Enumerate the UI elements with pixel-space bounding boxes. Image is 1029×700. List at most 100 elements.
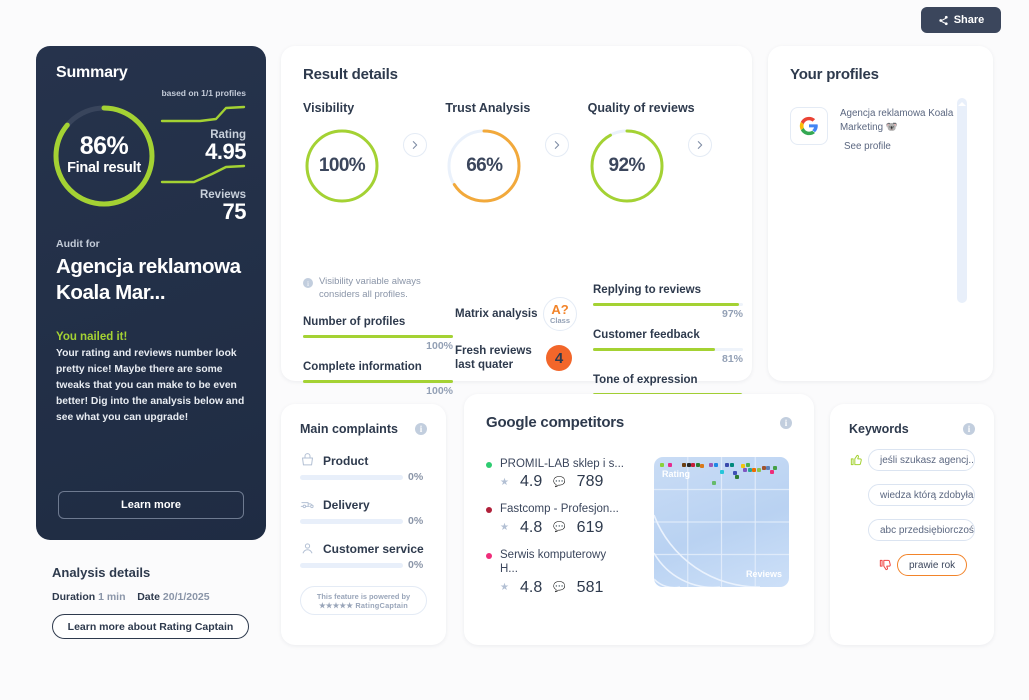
complaint-percent: 0% bbox=[408, 471, 424, 483]
profiles-scrollbar[interactable] bbox=[957, 98, 967, 303]
rating-sparkline-icon bbox=[160, 105, 246, 123]
learn-more-button[interactable]: Learn more bbox=[58, 491, 244, 519]
keyword-row: abc przedsiębiorczości bbox=[849, 519, 975, 541]
keyword-row: wiedza którą zdobyłam bbox=[849, 484, 975, 506]
competitor-reviews: 619 bbox=[576, 518, 604, 536]
comment-icon: 💬 bbox=[553, 582, 566, 593]
competitor-reviews: 789 bbox=[576, 473, 604, 491]
keyword-chip[interactable]: jeśli szukasz agencj... bbox=[868, 449, 975, 471]
your-profiles-title: Your profiles bbox=[790, 66, 879, 83]
info-icon[interactable]: i bbox=[780, 416, 792, 429]
metrics-left-column: i Visibility variable always considers a… bbox=[303, 276, 455, 397]
competitor-reviews: 581 bbox=[576, 578, 604, 596]
gauge-title: Visibility bbox=[303, 101, 355, 115]
share-button[interactable]: Share bbox=[921, 7, 1001, 33]
star-icon: ★ bbox=[500, 522, 509, 534]
scatter-point bbox=[757, 467, 761, 472]
metric-bar: 97% bbox=[593, 303, 743, 320]
scatter-point bbox=[719, 469, 724, 474]
metric-customer-feedback: Customer feedback 81% bbox=[593, 329, 743, 365]
keyword-row: jeśli szukasz agencj... bbox=[849, 449, 975, 471]
comment-icon: 💬 bbox=[553, 476, 566, 488]
metric-number-of-profiles: Number of profiles 100% bbox=[303, 315, 453, 352]
scatter-point bbox=[695, 462, 700, 467]
complaint-bar: 0% bbox=[300, 559, 423, 571]
gauge-visibility: Visibility 100% bbox=[303, 101, 445, 205]
metric-name: Tone of expression bbox=[593, 374, 698, 386]
class-badge-sub: Class bbox=[549, 316, 570, 325]
your-profiles-card: Your profiles Agencja reklamowa Koala Ma… bbox=[768, 46, 993, 381]
thumb-up-icon bbox=[850, 454, 862, 466]
complaint-percent: 0% bbox=[408, 515, 424, 527]
final-result-percent: 86% bbox=[79, 132, 129, 161]
reviews-value: 75 bbox=[222, 199, 247, 224]
reviews-sparkline-icon bbox=[160, 164, 246, 184]
profile-list-item[interactable]: Agencja reklamowa Koala Marketing 🐨 See … bbox=[790, 107, 971, 154]
metric-fresh-reviews: Fresh reviews last quater 4 bbox=[455, 336, 585, 380]
info-icon[interactable]: i bbox=[415, 423, 427, 435]
keyword-chip[interactable]: abc przedsiębiorczości bbox=[868, 519, 975, 541]
gauge-expand-button[interactable] bbox=[687, 133, 712, 157]
keyword-chip[interactable]: wiedza którą zdobyłam bbox=[868, 484, 975, 506]
visibility-hint-text: Visibility variable always considers all… bbox=[319, 276, 421, 300]
google-competitors-title: Google competitors bbox=[486, 414, 625, 431]
result-details-title: Result details bbox=[303, 66, 398, 83]
class-badge-value: A? bbox=[551, 302, 569, 317]
main-complaints-card: Main complaints i Product 0% Delivery 0%… bbox=[281, 404, 446, 645]
rating-value: 4.95 bbox=[205, 139, 246, 164]
scatter-point bbox=[668, 462, 673, 467]
competitor-color-dot bbox=[486, 552, 492, 559]
keyword-chip[interactable]: prawie rok bbox=[897, 554, 968, 576]
list-item[interactable]: Serwis komputerowy H... ★ 4.8 💬 581 bbox=[486, 548, 654, 597]
class-badge: A? Class bbox=[543, 297, 577, 331]
metric-name: Number of profiles bbox=[303, 315, 406, 328]
list-item[interactable]: Fastcomp - Profesjon... ★ 4.8 💬 619 bbox=[486, 502, 654, 536]
chevron-right-icon bbox=[412, 141, 418, 149]
info-icon[interactable]: i bbox=[963, 423, 975, 435]
result-gauges: Visibility 100% Trust Analysis 66% Quali… bbox=[303, 101, 730, 205]
date-label: Date bbox=[137, 591, 160, 603]
gauge-value: 66% bbox=[466, 155, 503, 176]
competitors-scatter-chart[interactable]: Rating Reviews bbox=[654, 457, 789, 587]
learn-more-rating-captain-button[interactable]: Learn more about Rating Captain bbox=[52, 614, 249, 639]
star-icon: ★ bbox=[500, 476, 509, 488]
scatter-point bbox=[729, 462, 734, 467]
gauge-expand-button[interactable] bbox=[545, 133, 570, 157]
summary-based-on: based on 1/1 profiles bbox=[161, 88, 246, 98]
summary-gauges: 86% Final result Rating 4.95 Reviews 75 bbox=[53, 100, 247, 223]
see-profile-link[interactable]: See profile bbox=[844, 141, 891, 152]
keywords-title: Keywords bbox=[849, 422, 909, 436]
scatter-point bbox=[713, 462, 718, 467]
metric-label: Matrix analysis bbox=[455, 307, 538, 320]
complaint-product: Product 0% bbox=[300, 453, 427, 483]
star-icon: ★ bbox=[500, 582, 509, 593]
gauge-expand-button[interactable] bbox=[403, 133, 427, 157]
competitor-line: Fastcomp - Profesjon... bbox=[486, 502, 654, 516]
gauge-ring-wrap: 66% bbox=[445, 127, 523, 205]
info-icon: i bbox=[303, 278, 313, 288]
summary-title: Summary bbox=[56, 64, 128, 81]
competitor-stats: ★ 4.8 💬 619 bbox=[500, 519, 654, 537]
competitor-list: PROMIL-LAB sklep i s... ★ 4.9 💬 789 Fast… bbox=[486, 457, 654, 608]
result-details-card: Result details Visibility 100% Trust Ana… bbox=[281, 46, 752, 410]
complaint-delivery: Delivery 0% bbox=[300, 497, 427, 527]
list-item[interactable]: PROMIL-LAB sklep i s... ★ 4.9 💬 789 bbox=[486, 457, 654, 491]
metric-replying-to-reviews: Replying to reviews 97% bbox=[593, 284, 743, 320]
scatter-point bbox=[725, 462, 730, 467]
scatter-point bbox=[686, 462, 691, 467]
gauge-title: Trust Analysis bbox=[445, 101, 531, 115]
keywords-card: Keywords i jeśli szukasz agencj... wiedz… bbox=[830, 404, 994, 645]
scatter-point bbox=[769, 469, 774, 474]
metric-name: Replying to reviews bbox=[593, 284, 702, 296]
google-competitors-body: PROMIL-LAB sklep i s... ★ 4.9 💬 789 Fast… bbox=[486, 457, 792, 608]
comment-icon: 💬 bbox=[553, 522, 566, 534]
duration-value: 1 min bbox=[98, 591, 126, 603]
powered-by-line2: ★★★★★ RatingCaptain bbox=[318, 600, 409, 610]
scatter-point bbox=[735, 474, 740, 479]
competitor-name: Fastcomp - Profesjon... bbox=[500, 503, 619, 516]
complaint-name: Product bbox=[323, 453, 369, 468]
main-complaints-title: Main complaints bbox=[300, 422, 398, 436]
metric-bar: 100% bbox=[303, 379, 453, 397]
competitor-rating: 4.8 bbox=[519, 518, 543, 536]
metric-percent: 81% bbox=[721, 353, 743, 365]
